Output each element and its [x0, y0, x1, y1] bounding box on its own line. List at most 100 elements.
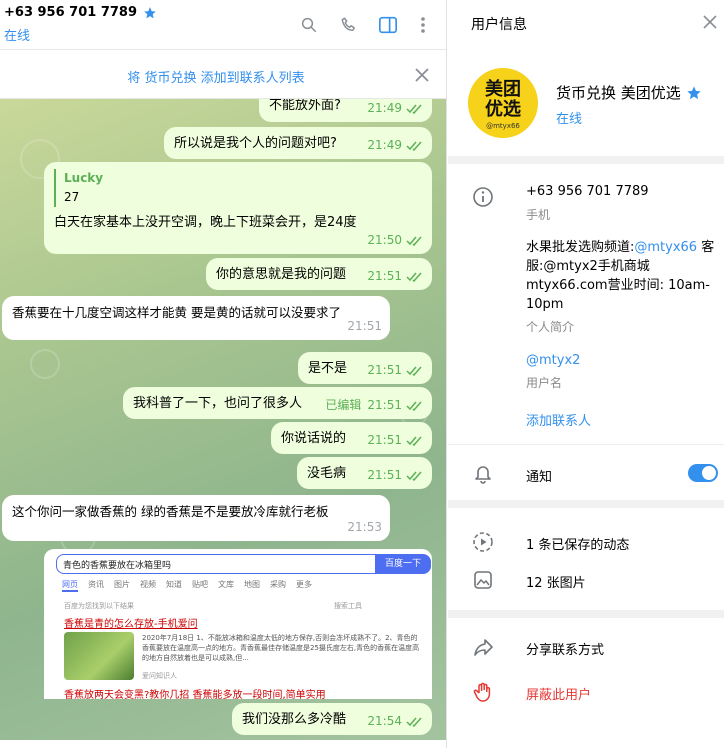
notifications-label: 通知 — [526, 470, 553, 485]
message-outgoing-reply[interactable]: Lucky 27 白天在家基本上没开空调，晚上下班菜会开，是24度 21:50 — [44, 162, 432, 254]
message-outgoing[interactable]: 是不是 21:51 — [298, 352, 432, 384]
message-text: 是不是 — [308, 361, 348, 376]
message-incoming[interactable]: 香蕉要在十几度空调这样才能黄 要是黄的话就可以没要求了 21:51 — [2, 296, 390, 340]
message-text: 这个你问一家做香蕉的 绿的香蕉是不是要放冷库就行老板 — [12, 504, 329, 519]
message-text: 我们没那么多冷酷 — [242, 712, 347, 727]
screenshot-result-desc: 2020年7月18日 1、不能放冰箱和温度太低的地方保存,否则会冻坏成熟不了。2… — [142, 634, 420, 662]
share-contact-button[interactable]: 分享联系方式 — [526, 639, 604, 658]
reply-quote-author: Lucky — [64, 171, 104, 185]
avatar-logo-text: 美团 — [485, 79, 521, 100]
screenshot-search-query: 青色的香蕉要放在冰箱里吗 — [56, 554, 376, 574]
bio-label: 个人简介 — [526, 320, 575, 334]
section-divider — [448, 156, 724, 164]
chat-pane: +63 956 701 7789 在线 将 货币兑换 添加到联系人列表 不能放外… — [0, 0, 447, 748]
user-info-panel: 用户信息 美团 优选 @mtyx66 货币兑换 美团优选 在线 +63 956 … — [448, 0, 724, 748]
bio-mention-link[interactable]: @mtyx66 — [634, 240, 697, 255]
screenshot-tools: 搜索工具 — [334, 602, 362, 610]
close-icon[interactable] — [412, 65, 432, 85]
profile-status: 在线 — [556, 112, 583, 127]
read-ticks-icon — [406, 272, 422, 282]
screenshot-result-source: 爱问知识人 — [142, 672, 177, 680]
more-menu-icon[interactable] — [410, 12, 436, 38]
block-user-button[interactable]: 屏蔽此用户 — [526, 684, 591, 703]
message-time: 21:54 — [367, 714, 402, 728]
message-outgoing[interactable]: 你说话说的 21:51 — [271, 422, 432, 454]
message-meta: 21:54 — [367, 712, 424, 731]
screenshot-tab: 视频 — [140, 580, 156, 589]
bio-text[interactable]: 水果批发选购频道:@mtyx66 客服:@mtyx2手机商城mtyx66.com… — [526, 238, 716, 314]
message-time: 21:49 — [367, 101, 402, 115]
message-outgoing[interactable]: 没毛病 21:51 — [297, 457, 432, 489]
message-time: 21:50 — [367, 233, 402, 247]
screenshot-search-button: 百度一下 — [375, 554, 431, 574]
message-text: 没毛病 — [307, 466, 347, 481]
message-meta: 21:50 — [367, 231, 424, 250]
photos-item[interactable]: 12 张图片 — [526, 572, 586, 591]
message-outgoing[interactable]: 我科普了一下，也问了很多人 已编辑 21:51 — [123, 387, 432, 419]
search-icon[interactable] — [296, 12, 322, 38]
message-meta: 已编辑 21:51 — [325, 396, 424, 415]
message-text: 白天在家基本上没开空调，晚上下班菜会开，是24度 — [54, 215, 357, 230]
premium-star-icon — [144, 6, 156, 18]
message-text: 我科普了一下，也问了很多人 — [133, 396, 303, 411]
reply-quote[interactable]: Lucky 27 — [54, 169, 422, 207]
message-incoming[interactable]: 这个你问一家做香蕉的 绿的香蕉是不是要放冷库就行老板 21:53 — [2, 495, 390, 541]
read-ticks-icon — [406, 401, 422, 411]
screenshot-tabs: 网页 资讯 图片 视频 知道 贴吧 文库 地图 采购 更多 — [62, 579, 312, 592]
read-ticks-icon — [406, 471, 422, 481]
background-doodle — [30, 349, 60, 379]
add-contact-banner-link[interactable]: 将 货币兑换 添加到联系人列表 — [0, 67, 432, 86]
read-ticks-icon — [406, 717, 422, 727]
message-outgoing[interactable]: 我们没那么多冷酷 21:54 — [232, 703, 432, 735]
notifications-toggle[interactable] — [688, 464, 718, 482]
message-meta: 21:51 — [367, 361, 424, 380]
close-icon[interactable] — [702, 14, 718, 30]
message-text: 你说话说的 — [281, 431, 347, 446]
chat-title-text: +63 956 701 7789 — [4, 5, 138, 20]
message-meta: 21:51 — [367, 466, 424, 485]
screenshot-result-title: 香蕉是青的怎么存放-手机爱问 — [64, 619, 198, 630]
section-divider — [448, 500, 724, 508]
username-link[interactable]: @mtyx2 — [526, 353, 580, 368]
message-composer[interactable] — [0, 740, 446, 748]
read-ticks-icon — [406, 236, 422, 246]
chat-status: 在线 — [4, 29, 31, 44]
sidebar-toggle-icon[interactable] — [375, 12, 401, 38]
message-time: 21:51 — [367, 398, 402, 412]
reply-quote-text: 27 — [64, 190, 80, 204]
read-ticks-icon — [406, 141, 422, 151]
screenshot-tab: 资讯 — [88, 580, 104, 589]
username-label: 用户名 — [526, 376, 563, 390]
screenshot-result2-title: 香蕉放两天会变黑?教你几招 香蕉能多放一段时间,简单实用 — [64, 690, 326, 699]
message-outgoing[interactable]: 你的意思就是我的问题 21:51 — [206, 258, 432, 290]
premium-star-icon — [687, 85, 701, 99]
message-outgoing[interactable]: 所以说是我个人的问题对吧? 21:49 — [164, 127, 432, 159]
message-meta: 21:51 — [367, 431, 424, 450]
phone-number[interactable]: +63 956 701 7789 — [526, 184, 649, 199]
message-time: 21:51 — [367, 433, 402, 447]
photos-icon — [474, 571, 492, 589]
phone-call-icon[interactable] — [336, 12, 362, 38]
image-message-screenshot[interactable]: 青色的香蕉要放在冰箱里吗 百度一下 网页 资讯 图片 视频 知道 贴吧 文库 地… — [44, 549, 432, 699]
read-ticks-icon — [406, 436, 422, 446]
saved-stories-item[interactable]: 1 条已保存的动态 — [526, 534, 629, 553]
add-contact-banner: 将 货币兑换 添加到联系人列表 — [0, 51, 446, 99]
add-contact-button[interactable]: 添加联系人 — [526, 410, 591, 429]
block-hand-icon — [473, 682, 491, 702]
message-text: 所以说是我个人的问题对吧? — [174, 136, 337, 151]
screenshot-tab: 采购 — [270, 580, 286, 589]
chat-header: +63 956 701 7789 在线 — [0, 0, 446, 50]
message-text: 你的意思就是我的问题 — [216, 267, 347, 282]
message-time: 21:51 — [367, 468, 402, 482]
message-time: 21:51 — [347, 319, 382, 333]
phone-label: 手机 — [526, 208, 551, 222]
screenshot-tab: 网页 — [62, 579, 78, 592]
chat-title[interactable]: +63 956 701 7789 — [4, 5, 157, 20]
screenshot-tab: 知道 — [166, 580, 182, 589]
profile-name: 货币兑换 美团优选 — [556, 82, 702, 103]
avatar[interactable]: 美团 优选 @mtyx66 — [468, 68, 538, 138]
message-meta: 21:49 — [367, 136, 424, 155]
message-time: 21:51 — [367, 269, 402, 283]
message-text: 香蕉要在十几度空调这样才能黄 要是黄的话就可以没要求了 — [12, 305, 341, 320]
info-icon — [473, 187, 493, 207]
